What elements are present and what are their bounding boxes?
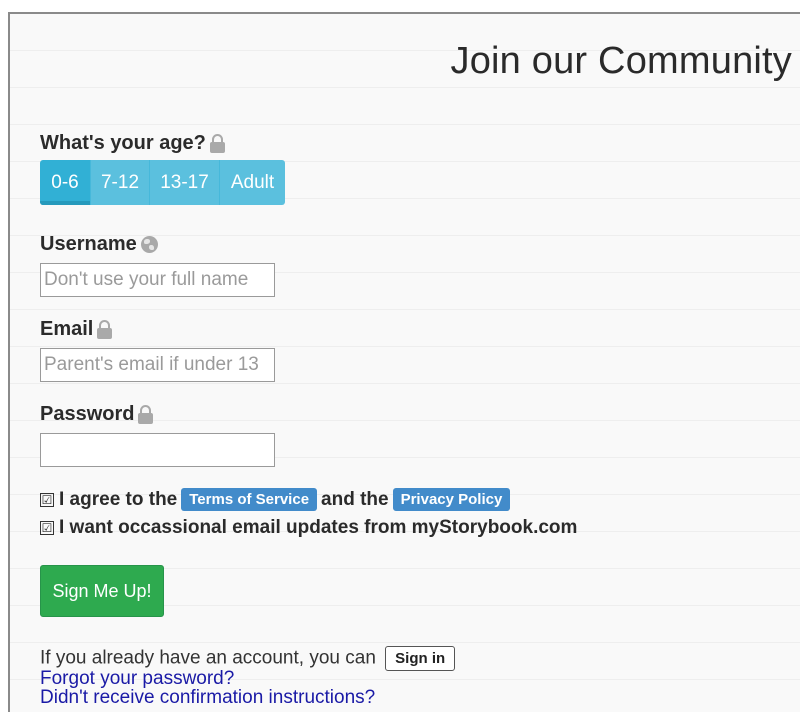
- email-label: Email: [40, 318, 94, 340]
- account-text: If you already have an account, you can: [40, 647, 376, 669]
- password-label: Password: [40, 403, 135, 425]
- terms-of-service-link[interactable]: Terms of Service: [181, 488, 318, 511]
- page-title: Join our Community: [450, 40, 792, 82]
- lock-icon: [138, 405, 154, 424]
- email-updates-row: ☑ I want occassional email updates from …: [40, 517, 577, 539]
- email-updates-checkbox[interactable]: ☑: [40, 521, 54, 535]
- terms-agreement-row: ☑ I agree to the Terms of Service and th…: [40, 488, 514, 511]
- age-label: What's your age?: [40, 132, 206, 154]
- password-label-row: Password: [40, 403, 154, 426]
- age-selector: 0-6 7-12 13-17 Adult: [40, 160, 285, 205]
- username-input[interactable]: [40, 263, 275, 297]
- email-updates-text: I want occassional email updates from my…: [59, 517, 578, 538]
- age-label-row: What's your age?: [40, 132, 225, 155]
- username-label-row: Username: [40, 233, 158, 256]
- privacy-policy-link[interactable]: Privacy Policy: [392, 488, 511, 511]
- terms-checkbox[interactable]: ☑: [40, 492, 54, 507]
- lock-icon: [97, 320, 113, 339]
- email-input[interactable]: [40, 348, 275, 382]
- globe-icon: [140, 236, 158, 253]
- sign-up-button[interactable]: Sign Me Up!: [40, 565, 164, 617]
- confirmation-instructions-link[interactable]: Didn't receive confirmation instructions…: [40, 687, 375, 709]
- lock-icon: [209, 134, 225, 153]
- age-option-adult[interactable]: Adult: [220, 160, 285, 205]
- signup-page: Join our Community What's your age? 0-6 …: [8, 12, 800, 712]
- age-option-7-12[interactable]: 7-12: [91, 160, 150, 205]
- sign-in-button[interactable]: Sign in: [385, 646, 456, 671]
- terms-prefix-text: I agree to the: [59, 488, 178, 510]
- age-option-13-17[interactable]: 13-17: [150, 160, 220, 205]
- email-label-row: Email: [40, 318, 113, 341]
- terms-middle-text: and the: [321, 488, 389, 510]
- age-option-0-6[interactable]: 0-6: [40, 160, 91, 205]
- password-input[interactable]: [40, 433, 275, 467]
- username-label: Username: [40, 233, 137, 255]
